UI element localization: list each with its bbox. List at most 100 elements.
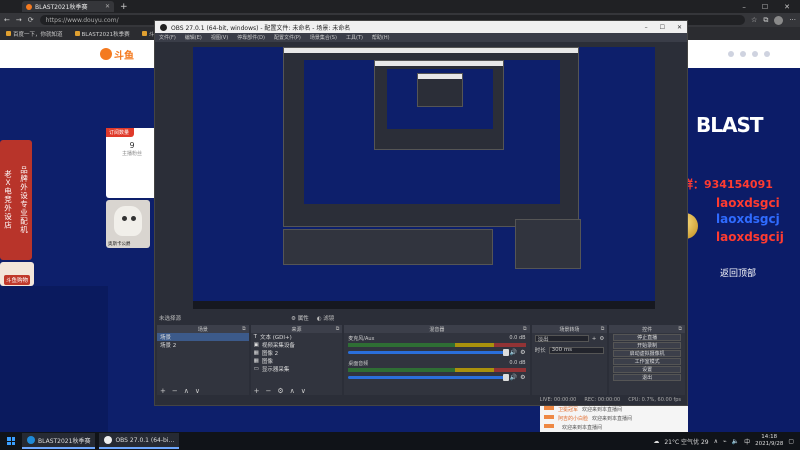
gear-icon[interactable]: ⚙ — [520, 349, 525, 356]
more-menu-icon[interactable]: ··· — [789, 16, 796, 24]
favorites-icon[interactable]: ☆ — [751, 16, 757, 24]
scene-item[interactable]: 场景 2 — [157, 341, 249, 349]
profile-avatar[interactable] — [774, 15, 784, 25]
undock-icon[interactable]: ⧉ — [336, 326, 340, 332]
source-item[interactable]: T 文本 (GDI+) — [251, 333, 343, 341]
browser-tab[interactable]: BLAST2021秋季赛 ✕ — [22, 1, 114, 12]
refresh-icon[interactable]: ⟳ — [28, 16, 34, 24]
mixer-channel: 麦克风/Aux 0.0 dB 🔊 ⚙ — [348, 335, 526, 356]
filters-button[interactable]: ◐ 滤镜 — [317, 314, 335, 322]
clock[interactable]: 14:18 2021/9/28 — [755, 434, 783, 448]
gear-icon[interactable]: ⚙ — [599, 336, 604, 342]
obs-window: OBS 27.0.1 (64-bit, windows) - 配置文件: 未命名… — [154, 20, 688, 406]
header-icon[interactable] — [740, 51, 746, 57]
header-icon[interactable] — [728, 51, 734, 57]
properties-button[interactable]: ⚙ 属性 — [291, 314, 309, 322]
cat-eye — [131, 216, 136, 221]
left-lower-panel — [0, 286, 108, 432]
network-icon[interactable]: ⌁ — [723, 438, 727, 445]
close-window-icon[interactable]: ✕ — [784, 3, 790, 11]
settings-icon[interactable]: ⚙ — [277, 387, 283, 395]
forward-icon[interactable]: → — [16, 16, 22, 24]
text-icon: T — [253, 334, 258, 340]
sources-dock: 来源 ⧉ T 文本 (GDI+) ▣ 视频采集设备 ▦ 图像 2 ▦ 图像 ▭ 显示器采集 … — [250, 325, 343, 395]
obs-preview-canvas[interactable] — [193, 47, 655, 309]
obs-close-icon[interactable]: ✕ — [677, 24, 682, 31]
duration-input[interactable]: 300 ms — [548, 346, 605, 354]
douyu-favicon-icon — [26, 3, 32, 10]
speaker-icon[interactable]: 🔊 — [510, 349, 517, 356]
bookmark-icon — [141, 31, 147, 36]
nested-obs-window — [417, 73, 463, 107]
remove-icon[interactable]: − — [266, 387, 272, 395]
new-tab-icon[interactable]: + — [120, 2, 128, 12]
menu-help[interactable]: 帮助(H) — [372, 34, 390, 41]
undock-icon[interactable]: ⧉ — [678, 326, 682, 332]
studio-mode-button[interactable]: 工作室模式 — [613, 358, 681, 365]
maximize-icon[interactable]: ☐ — [762, 3, 768, 11]
obs-maximize-icon[interactable]: ☐ — [660, 24, 665, 31]
controls-dock: 控件 ⧉ 停止直播 开始录制 启动虚拟摄像机 工作室模式 设置 退出 — [609, 325, 685, 395]
move-down-icon[interactable]: ∨ — [301, 387, 306, 395]
add-icon[interactable]: + — [592, 336, 597, 342]
transition-select[interactable]: 淡出 — [534, 335, 589, 343]
banner-text-col1: 老Ｘ电竞外设店 — [3, 170, 13, 230]
tray-chevron-icon[interactable]: ∧ — [714, 438, 718, 445]
bookmark-item[interactable]: 百度一下，你就知道 — [6, 30, 63, 38]
nested-obs-window — [283, 47, 579, 227]
gear-icon[interactable]: ⚙ — [520, 374, 525, 381]
exit-button[interactable]: 退出 — [613, 374, 681, 381]
taskbar-app-obs[interactable]: OBS 27.0.1 (64-bi... — [99, 433, 180, 449]
undock-icon[interactable]: ⧉ — [242, 326, 246, 332]
menu-tools[interactable]: 工具(T) — [346, 34, 363, 41]
stop-streaming-button[interactable]: 停止直播 — [613, 334, 681, 341]
add-icon[interactable]: + — [160, 387, 166, 395]
header-icon[interactable] — [764, 51, 770, 57]
volume-slider[interactable] — [348, 349, 509, 356]
menu-view[interactable]: 视图(V) — [211, 34, 228, 41]
menu-docks[interactable]: 停靠部件(D) — [237, 34, 265, 41]
obs-minimize-icon[interactable]: – — [645, 24, 648, 31]
start-recording-button[interactable]: 开始录制 — [613, 342, 681, 349]
settings-button[interactable]: 设置 — [613, 366, 681, 373]
remove-icon[interactable]: − — [172, 387, 178, 395]
move-up-icon[interactable]: ∧ — [290, 387, 295, 395]
douyu-logo[interactable]: 斗鱼 — [100, 47, 134, 62]
header-icon[interactable] — [752, 51, 758, 57]
undock-icon[interactable]: ⧉ — [601, 326, 605, 332]
weather-text[interactable]: 21°C 空气优 29 — [664, 437, 708, 446]
source-item[interactable]: ▦ 图像 2 — [251, 349, 343, 357]
weather-icon[interactable]: ☁ — [653, 438, 659, 445]
menu-edit[interactable]: 编辑(E) — [185, 34, 202, 41]
collections-icon[interactable]: ⧉ — [763, 16, 768, 25]
shopping-gift-button[interactable]: 斗鱼购物 — [0, 262, 34, 286]
volume-slider[interactable] — [348, 374, 509, 381]
menu-scene-collection[interactable]: 场景集合(S) — [310, 34, 337, 41]
menu-file[interactable]: 文件(F) — [159, 34, 176, 41]
close-tab-icon[interactable]: ✕ — [105, 3, 110, 10]
input-language[interactable]: 中 — [744, 437, 750, 446]
volume-icon[interactable]: 🔈 — [732, 438, 739, 445]
windows-logo-icon — [7, 437, 15, 445]
scene-item[interactable]: 场景 — [157, 333, 249, 341]
back-icon[interactable]: ← — [4, 16, 10, 24]
move-up-icon[interactable]: ∧ — [184, 387, 189, 395]
source-item[interactable]: ▭ 显示器采集 — [251, 365, 343, 373]
undock-icon[interactable]: ⧉ — [523, 326, 527, 332]
speaker-icon[interactable]: 🔊 — [510, 374, 517, 381]
minimize-icon[interactable]: – — [742, 3, 746, 11]
back-to-top-link[interactable]: 返回顶部 — [720, 266, 756, 279]
shop-ad-banner[interactable]: 老Ｘ电竞外设店 品牌外设专业配机 — [0, 140, 32, 260]
menu-profile[interactable]: 配置文件(P) — [274, 34, 301, 41]
move-down-icon[interactable]: ∨ — [195, 387, 200, 395]
live-status: LIVE: 00:00:00 — [539, 397, 577, 403]
subscribe-header: 订阅数量 — [106, 128, 134, 137]
virtual-camera-button[interactable]: 启动虚拟摄像机 — [613, 350, 681, 357]
notifications-icon[interactable]: ▢ — [788, 438, 794, 445]
bookmark-item[interactable]: BLAST2021秋季赛 — [74, 30, 130, 38]
source-item[interactable]: ▣ 视频采集设备 — [251, 341, 343, 349]
taskbar-app-browser[interactable]: BLAST2021秋季赛 — [22, 433, 96, 449]
add-icon[interactable]: + — [254, 387, 260, 395]
source-item[interactable]: ▦ 图像 — [251, 357, 343, 365]
start-button[interactable] — [0, 437, 22, 445]
